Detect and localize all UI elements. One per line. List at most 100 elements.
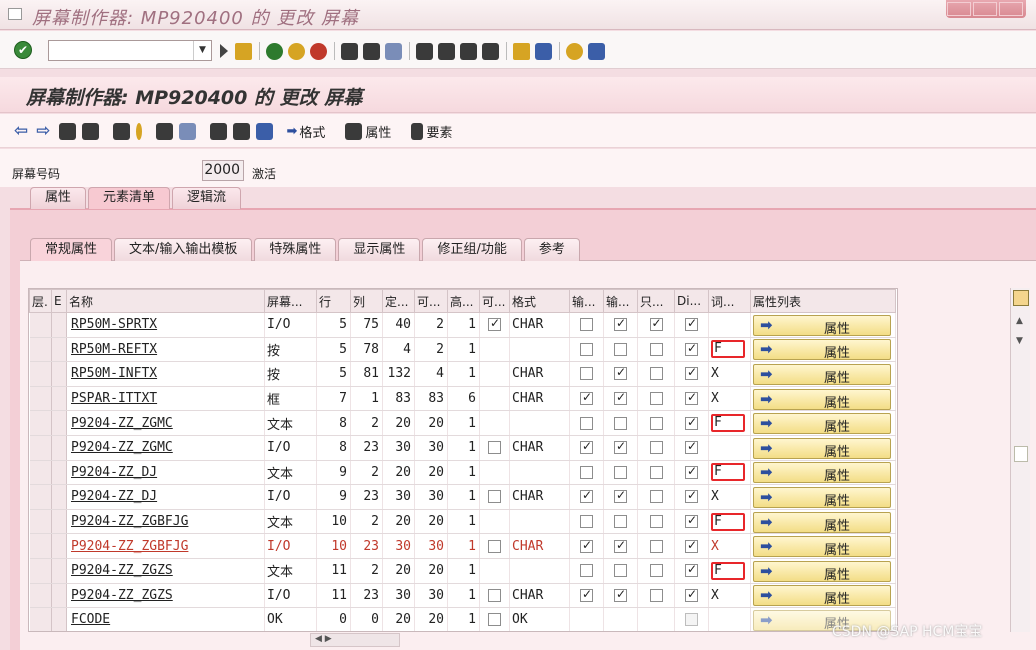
- scrollable-checkbox[interactable]: [488, 490, 501, 504]
- tab-references[interactable]: 参考: [523, 238, 580, 261]
- input-field-checkbox[interactable]: [580, 515, 593, 529]
- tab-display-attributes[interactable]: 显示属性: [338, 238, 421, 261]
- row-selector[interactable]: [29, 410, 52, 436]
- column-header[interactable]: 层.: [29, 289, 52, 313]
- activate-icon[interactable]: [135, 122, 142, 140]
- table-row[interactable]: P9204-ZZ_ZGMC文本8220201F➡属性: [29, 410, 896, 436]
- dict-field-checkbox[interactable]: [685, 488, 698, 504]
- chevron-down-icon[interactable]: ▼: [193, 41, 211, 60]
- table-row[interactable]: FCODE OK 0 0 20 20 1 OK ➡ 属性: [29, 607, 896, 631]
- dict-field-checkbox[interactable]: [685, 587, 698, 602]
- scrollable-checkbox[interactable]: [488, 441, 501, 455]
- dict-field-checkbox[interactable]: [685, 390, 698, 406]
- properties-button[interactable]: ➡ 属性: [753, 413, 891, 434]
- tab-element-list[interactable]: 元素清单: [88, 187, 171, 209]
- column-header[interactable]: E: [51, 289, 67, 313]
- vertical-scrollbar[interactable]: ▲ ▼: [1010, 288, 1030, 632]
- output-only-checkbox[interactable]: [649, 392, 663, 406]
- structure-icon[interactable]: [209, 122, 227, 140]
- table-row[interactable]: PSPAR-ITTXT框7183836CHARX➡属性: [29, 386, 896, 412]
- previous-page-icon[interactable]: [438, 42, 455, 60]
- tab-flow-logic[interactable]: 逻辑流: [172, 187, 242, 209]
- dict-field-checkbox[interactable]: [685, 415, 698, 430]
- tab-general-attributes[interactable]: 常规属性: [30, 238, 113, 261]
- column-header[interactable]: 可...: [414, 289, 448, 313]
- output-only-checkbox[interactable]: [649, 490, 663, 504]
- table-row[interactable]: P9204-ZZ_ZGMCI/O82330301CHAR➡属性: [29, 435, 896, 461]
- find-icon[interactable]: [363, 42, 380, 60]
- output-field-checkbox[interactable]: [614, 316, 627, 332]
- row-selector[interactable]: [29, 337, 52, 363]
- row-selector[interactable]: [29, 558, 52, 584]
- dict-field-checkbox[interactable]: [685, 365, 698, 381]
- input-field-checkbox[interactable]: [580, 465, 593, 479]
- element-name[interactable]: RP50M-REFTX: [66, 337, 265, 363]
- column-header[interactable]: 输...: [603, 289, 638, 313]
- output-field-checkbox[interactable]: [614, 390, 627, 406]
- dict-field-checkbox[interactable]: [685, 464, 698, 479]
- output-only-checkbox[interactable]: [649, 441, 663, 455]
- input-field-checkbox[interactable]: [580, 488, 593, 504]
- info-icon[interactable]: [255, 122, 273, 140]
- where-used-icon[interactable]: [178, 122, 196, 140]
- column-header[interactable]: 词...: [708, 289, 751, 313]
- properties-button[interactable]: ➡ 属性: [753, 339, 891, 361]
- element-name[interactable]: RP50M-INFTX: [66, 361, 265, 387]
- output-only-checkbox[interactable]: [649, 342, 663, 356]
- back-icon[interactable]: [266, 42, 283, 60]
- column-header[interactable]: 定...: [382, 289, 415, 313]
- output-only-checkbox[interactable]: [649, 588, 663, 602]
- input-field-checkbox[interactable]: [580, 367, 593, 381]
- table-row[interactable]: P9204-ZZ_ZGZSI/O112330301CHARX➡属性: [29, 583, 896, 609]
- output-field-checkbox[interactable]: [614, 342, 627, 356]
- element-name[interactable]: P9204-ZZ_ZGZS: [66, 583, 265, 609]
- scrollable-checkbox[interactable]: [488, 316, 501, 332]
- column-header[interactable]: 名称: [66, 289, 265, 313]
- input-field-checkbox[interactable]: [580, 587, 593, 602]
- save-icon[interactable]: [235, 42, 252, 60]
- properties-button[interactable]: ➡ 属性: [753, 486, 891, 508]
- output-field-checkbox[interactable]: [614, 365, 627, 381]
- exit-icon[interactable]: [288, 42, 305, 60]
- input-field-checkbox[interactable]: [580, 538, 593, 553]
- table-row[interactable]: P9204-ZZ_DJ文本9220201F➡属性: [29, 460, 896, 486]
- last-page-icon[interactable]: [482, 42, 499, 60]
- enter-check-icon[interactable]: ✔: [14, 41, 32, 59]
- element-name[interactable]: P9204-ZZ_ZGBFJG: [66, 509, 265, 535]
- maximize-button[interactable]: [973, 2, 997, 16]
- layout-icon[interactable]: [588, 42, 605, 60]
- scrollable-checkbox[interactable]: [488, 539, 501, 553]
- hierarchy-icon[interactable]: [112, 122, 130, 140]
- output-field-checkbox[interactable]: [614, 538, 627, 553]
- command-field[interactable]: ▼: [48, 40, 212, 61]
- scrollable-checkbox[interactable]: [488, 613, 501, 627]
- row-selector[interactable]: [29, 607, 52, 631]
- close-button[interactable]: [999, 2, 1023, 16]
- row-selector[interactable]: [29, 533, 52, 559]
- output-only-checkbox[interactable]: [649, 416, 663, 430]
- properties-button[interactable]: ➡ 属性: [753, 511, 891, 533]
- element-name[interactable]: P9204-ZZ_ZGZS: [66, 558, 265, 584]
- row-selector[interactable]: [29, 460, 52, 486]
- shortcut-icon[interactable]: [535, 42, 552, 60]
- element-name[interactable]: P9204-ZZ_DJ: [66, 484, 265, 510]
- column-header[interactable]: 只...: [637, 289, 675, 313]
- output-only-checkbox[interactable]: [649, 564, 663, 578]
- scrollable-checkbox[interactable]: [488, 588, 501, 602]
- column-header[interactable]: 高...: [447, 289, 480, 313]
- table-row[interactable]: RP50M-SPRTXI/O5754021 CHAR ➡ 属性: [29, 312, 896, 338]
- input-field-checkbox[interactable]: [580, 390, 593, 406]
- row-selector[interactable]: [29, 361, 52, 387]
- tab-texts-io-templates[interactable]: 文本/输入输出模板: [114, 238, 253, 261]
- output-field-checkbox[interactable]: [614, 564, 627, 578]
- format-button[interactable]: ➡ 格式: [287, 122, 326, 141]
- output-only-checkbox[interactable]: [649, 367, 663, 381]
- properties-button[interactable]: ➡ 属性: [753, 437, 891, 459]
- scroll-down-icon[interactable]: ▼: [1016, 336, 1023, 346]
- properties-button[interactable]: ➡ 属性: [753, 462, 891, 484]
- input-field-checkbox[interactable]: [580, 564, 593, 578]
- dict-field-checkbox[interactable]: [685, 513, 698, 529]
- first-page-icon[interactable]: [416, 42, 433, 60]
- element-name[interactable]: P9204-ZZ_ZGMC: [66, 410, 265, 436]
- output-field-checkbox[interactable]: [614, 515, 627, 529]
